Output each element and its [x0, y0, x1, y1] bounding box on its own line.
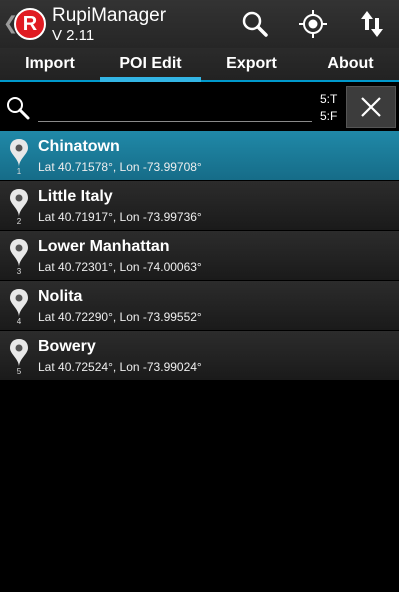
poi-number: 2	[16, 217, 22, 226]
poi-name: Chinatown	[38, 138, 120, 155]
search-bar: 5:T 5:F	[0, 84, 399, 130]
sort-icon[interactable]	[356, 8, 388, 40]
search-input[interactable]	[38, 92, 312, 122]
poi-coordinates: Lat 40.71917°, Lon -73.99736°	[38, 210, 202, 224]
poi-coordinates: Lat 40.72301°, Lon -74.00063°	[38, 260, 202, 274]
app-logo-letter: R	[22, 13, 38, 35]
search-icon[interactable]	[239, 8, 271, 40]
map-pin-icon	[10, 339, 28, 367]
list-item[interactable]: 5 Bowery Lat 40.72524°, Lon -73.99024°	[0, 331, 399, 381]
tab-export[interactable]: Export	[201, 48, 302, 80]
app-title: RupiManager	[52, 5, 167, 26]
app-version: V 2.11	[52, 27, 95, 44]
poi-name: Nolita	[38, 288, 83, 305]
tab-about[interactable]: About	[302, 48, 399, 80]
poi-coordinates: Lat 40.72524°, Lon -73.99024°	[38, 360, 202, 374]
list-item[interactable]: 1 Chinatown Lat 40.71578°, Lon -73.99708…	[0, 131, 399, 181]
poi-number: 3	[16, 267, 22, 276]
tab-poi-edit[interactable]: POI Edit	[100, 48, 201, 82]
map-pin-icon	[10, 289, 28, 317]
tab-bar: Import POI Edit Export About	[0, 48, 399, 82]
poi-list: 1 Chinatown Lat 40.71578°, Lon -73.99708…	[0, 131, 399, 381]
poi-number: 5	[16, 367, 22, 376]
action-bar: ❮ R RupiManager V 2.11	[0, 0, 399, 48]
poi-number: 4	[16, 317, 22, 326]
map-pin-icon	[10, 139, 28, 167]
app-logo[interactable]: R	[14, 8, 46, 40]
poi-coordinates: Lat 40.72290°, Lon -73.99552°	[38, 310, 202, 324]
clear-search-button[interactable]	[346, 86, 396, 128]
list-item[interactable]: 4 Nolita Lat 40.72290°, Lon -73.99552°	[0, 281, 399, 331]
list-item[interactable]: 2 Little Italy Lat 40.71917°, Lon -73.99…	[0, 181, 399, 231]
search-field-icon	[7, 97, 30, 120]
close-icon	[361, 97, 381, 117]
poi-coordinates: Lat 40.71578°, Lon -73.99708°	[38, 160, 202, 174]
locate-icon[interactable]	[297, 8, 329, 40]
poi-number: 1	[16, 167, 22, 176]
poi-name: Lower Manhattan	[38, 238, 170, 255]
tab-import[interactable]: Import	[0, 48, 100, 80]
poi-name: Little Italy	[38, 188, 113, 205]
map-pin-icon	[10, 189, 28, 217]
list-item[interactable]: 3 Lower Manhattan Lat 40.72301°, Lon -74…	[0, 231, 399, 281]
poi-name: Bowery	[38, 338, 96, 355]
poi-count-total: 5:T	[320, 92, 338, 106]
poi-count-filtered: 5:F	[320, 109, 338, 123]
map-pin-icon	[10, 239, 28, 267]
